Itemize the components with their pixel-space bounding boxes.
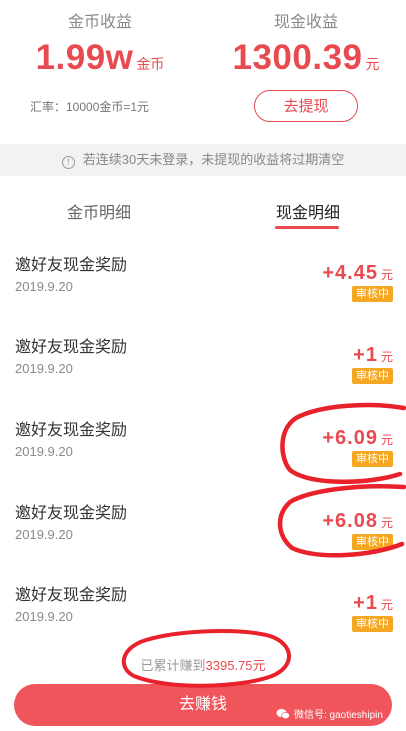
detail-tabs: 金币明细 现金明细 — [0, 188, 406, 232]
cash-amount-row: 1300.39 元 — [206, 38, 406, 78]
record-amount-value: +4.45 — [322, 262, 378, 284]
status-badge: 审核中 — [352, 286, 393, 302]
record-title: 邀好友现金奖励 — [15, 339, 128, 356]
record-amount-value: +6.09 — [322, 427, 378, 449]
active-tab-indicator — [275, 226, 339, 229]
cash-amount: 1300.39 — [232, 38, 363, 77]
record-title: 邀好友现金奖励 — [15, 587, 128, 604]
record-amount-value: +1 — [353, 344, 378, 366]
record-date: 2019.9.20 — [15, 361, 73, 376]
record-amount-value: +1 — [353, 592, 378, 614]
record-date: 2019.9.20 — [15, 527, 73, 542]
tab-coin-details[interactable]: 金币明细 — [67, 199, 131, 223]
watermark-text: 微信号: gaotieshipin — [294, 710, 383, 721]
coin-amount: 1.99w — [35, 38, 134, 77]
record-date: 2019.9.20 — [15, 444, 73, 459]
status-badge: 审核中 — [352, 451, 393, 467]
record-currency: 元 — [380, 433, 393, 447]
total-earned-label: 已累计赚到 — [140, 658, 206, 673]
list-item[interactable]: 邀好友现金奖励 2019.9.20 +6.09 元 审核中 — [0, 401, 406, 481]
exchange-rate: 汇率：10000金币=1元 — [30, 100, 150, 114]
wechat-icon — [276, 709, 290, 720]
wechat-watermark: 微信号: gaotieshipin — [276, 706, 383, 721]
record-title: 邀好友现金奖励 — [15, 505, 128, 522]
list-item[interactable]: 邀好友现金奖励 2019.9.20 +1 元 审核中 — [0, 566, 406, 646]
record-currency: 元 — [380, 350, 393, 364]
record-title: 邀好友现金奖励 — [15, 257, 128, 274]
record-amount: +1 元 — [353, 344, 393, 367]
status-badge: 审核中 — [352, 616, 393, 632]
record-amount: +6.08 元 — [322, 510, 393, 533]
total-earned-value: 3395.75元 — [205, 658, 266, 673]
cash-earnings-title: 现金收益 — [273, 14, 338, 31]
record-date: 2019.9.20 — [15, 609, 73, 624]
record-currency: 元 — [380, 598, 393, 612]
record-date: 2019.9.20 — [15, 279, 73, 294]
record-amount: +1 元 — [353, 592, 393, 615]
tab-cash-details[interactable]: 现金明细 — [276, 199, 340, 223]
record-amount: +6.09 元 — [322, 427, 393, 450]
total-earned: 已累计赚到3395.75元 — [0, 655, 406, 674]
record-amount-value: +6.08 — [322, 510, 378, 532]
status-badge: 审核中 — [352, 368, 393, 384]
coin-amount-row: 1.99w 金币 — [0, 38, 200, 78]
list-item[interactable]: 邀好友现金奖励 2019.9.20 +6.08 元 审核中 — [0, 484, 406, 564]
info-icon: ! — [61, 156, 75, 169]
list-item[interactable]: 邀好友现金奖励 2019.9.20 +4.45 元 审核中 — [0, 236, 406, 316]
coin-unit: 金币 — [136, 56, 165, 72]
earnings-summary: 金币收益 1.99w 金币 汇率：10000金币=1元 现金收益 1300.39 元… — [0, 0, 406, 140]
record-title: 邀好友现金奖励 — [15, 422, 128, 439]
withdraw-button[interactable]: 去提现 — [254, 90, 358, 122]
status-badge: 审核中 — [352, 534, 393, 550]
expiry-notice: ! 若连续30天未登录，未提现的收益将过期清空 — [0, 144, 406, 176]
cash-unit: 元 — [365, 56, 380, 72]
record-amount: +4.45 元 — [322, 262, 393, 285]
coin-earnings-title: 金币收益 — [67, 14, 132, 31]
record-currency: 元 — [380, 268, 393, 282]
record-currency: 元 — [380, 516, 393, 530]
list-item[interactable]: 邀好友现金奖励 2019.9.20 +1 元 审核中 — [0, 318, 406, 398]
notice-text: 若连续30天未登录，未提现的收益将过期清空 — [82, 152, 345, 167]
